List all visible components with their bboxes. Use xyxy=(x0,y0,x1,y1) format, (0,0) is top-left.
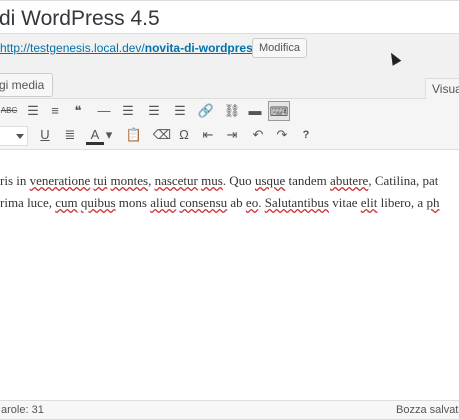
align-left-icon[interactable]: ☰ xyxy=(118,101,138,121)
misspelled-word: cum xyxy=(55,195,78,210)
indent-icon[interactable]: ⇥ xyxy=(222,125,242,145)
content-text: libero, a xyxy=(377,195,427,210)
align-right-icon[interactable]: ☰ xyxy=(170,101,190,121)
bullet-list-icon[interactable]: ☰ xyxy=(24,101,42,121)
misspelled-word: eo xyxy=(245,195,259,210)
paste-text-icon[interactable]: 📋 xyxy=(124,125,144,145)
mouse-cursor-icon xyxy=(386,50,402,66)
misspelled-word: aliud xyxy=(150,195,177,210)
content-text: , Catilina, pat xyxy=(368,173,439,188)
text-color-dropdown-icon[interactable]: ▾ xyxy=(104,125,114,145)
autosave-status: Bozza salvata a xyxy=(396,404,459,416)
format-select[interactable] xyxy=(0,126,28,146)
post-title-field[interactable]: di WordPress 4.5 xyxy=(0,0,459,34)
misspelled-word: montes xyxy=(110,173,149,188)
content-text: rima luce, xyxy=(0,195,56,210)
unlink-icon[interactable]: ⛓ xyxy=(222,101,242,121)
redo-icon[interactable]: ↷ xyxy=(272,125,292,145)
clear-formatting-icon[interactable]: ⌫ xyxy=(152,125,172,145)
underline-icon[interactable]: U xyxy=(36,125,54,145)
link-icon[interactable]: 🔗 xyxy=(196,101,216,121)
strikethrough-icon[interactable]: ABC xyxy=(0,101,22,121)
permalink-base: http://testgenesis.local.dev/ xyxy=(0,41,145,55)
justify-icon[interactable]: ≣ xyxy=(60,125,80,145)
special-character-icon[interactable]: Ω xyxy=(174,125,194,145)
text-color-icon[interactable]: A xyxy=(86,125,104,145)
tab-visual[interactable]: Visual xyxy=(425,78,459,99)
editor-content[interactable]: ris in veneratione tui montes, nascetur … xyxy=(0,170,459,214)
misspelled-word: quibus xyxy=(80,195,116,210)
permalink-link[interactable]: http://testgenesis.local.dev/novita-di-w… xyxy=(0,41,284,55)
content-text: tandem xyxy=(285,173,331,188)
align-center-icon[interactable]: ☰ xyxy=(144,101,164,121)
undo-icon[interactable]: ↶ xyxy=(248,125,268,145)
content-text: . Quo xyxy=(222,173,255,188)
misspelled-word: ph xyxy=(426,195,440,210)
content-text: vitae xyxy=(328,195,361,210)
content-line-2: rima luce, cum quibus mons aliud consens… xyxy=(0,192,459,214)
horizontal-line-icon[interactable]: — xyxy=(94,101,114,121)
misspelled-word: usque xyxy=(254,173,286,188)
help-icon[interactable]: ? xyxy=(296,125,316,145)
outdent-icon[interactable]: ⇤ xyxy=(198,125,218,145)
content-line-1: ris in veneratione tui montes, nascetur … xyxy=(0,170,459,192)
post-title-text: di WordPress 4.5 xyxy=(0,7,160,30)
misspelled-word: mus xyxy=(201,173,223,188)
content-text: ab xyxy=(227,195,246,210)
edit-permalink-button[interactable]: Modifica xyxy=(252,38,307,58)
toolbar-toggle-icon[interactable]: ⌨ xyxy=(268,101,290,121)
numbered-list-icon[interactable]: ≡ xyxy=(46,101,64,121)
editor-toolbar: ABC ☰ ≡ ❝ — ☰ ☰ ☰ 🔗 ⛓ ▬ ⌨ U ≣ A ▾ 📋 ⌫ Ω ⇤ ⇥ ↶ ↷? xyxy=(0,99,459,150)
editor-statusbar: arole: 31 Bozza salvata a xyxy=(0,400,459,420)
misspelled-word: tui xyxy=(93,173,108,188)
blockquote-icon[interactable]: ❝ xyxy=(68,101,88,121)
content-text: ris in xyxy=(0,173,30,188)
misspelled-word: veneratione xyxy=(29,173,91,188)
chevron-down-icon xyxy=(16,134,24,139)
permalink-row: http://testgenesis.local.dev/novita-di-w… xyxy=(0,40,284,60)
content-text: mons xyxy=(115,195,151,210)
misspelled-word: elit xyxy=(360,195,378,210)
misspelled-word: abutere xyxy=(330,173,369,188)
misspelled-word: consensu xyxy=(179,195,228,210)
read-more-icon[interactable]: ▬ xyxy=(246,101,264,121)
misspelled-word: nascetur xyxy=(154,173,198,188)
word-count: arole: 31 xyxy=(1,404,44,416)
add-media-button[interactable]: gi media xyxy=(0,73,54,97)
misspelled-word: Salutantibus xyxy=(264,195,329,210)
